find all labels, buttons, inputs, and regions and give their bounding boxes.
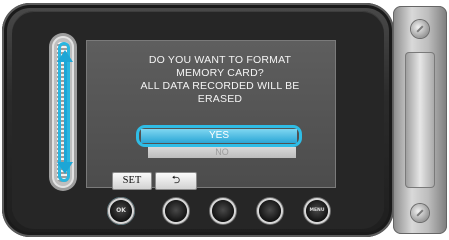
menu-button[interactable]: MENU: [306, 200, 328, 222]
ok-button[interactable]: OK: [110, 200, 132, 222]
dialog-line: DO YOU WANT TO FORMAT: [148, 54, 292, 66]
hardware-button-2[interactable]: [165, 200, 187, 222]
dialog-line: ERASED: [197, 93, 243, 105]
hardware-button-4[interactable]: [259, 200, 281, 222]
ok-label: OK: [116, 207, 126, 214]
screw-icon: [411, 204, 429, 222]
screw-icon: [411, 20, 429, 38]
set-key[interactable]: SET: [112, 172, 152, 190]
hardware-button-3[interactable]: [212, 200, 234, 222]
option-yes[interactable]: YES: [141, 129, 297, 143]
hinge-panel: [405, 52, 435, 188]
format-dialog-message: DO YOU WANT TO FORMAT MEMORY CARD? ALL D…: [104, 54, 336, 106]
dialog-line: MEMORY CARD?: [176, 67, 264, 79]
menu-label: MENU: [309, 208, 325, 213]
back-key[interactable]: ⮌: [155, 172, 197, 190]
lcd-hinge: [393, 6, 447, 234]
up-arrow-icon: [57, 50, 73, 62]
return-arrow-icon: ⮌: [171, 175, 181, 186]
up-down-arrow-icon: [64, 62, 67, 162]
option-no[interactable]: NO: [148, 147, 296, 158]
dialog-line: ALL DATA RECORDED WILL BE: [140, 80, 300, 92]
down-arrow-icon: [57, 162, 73, 174]
